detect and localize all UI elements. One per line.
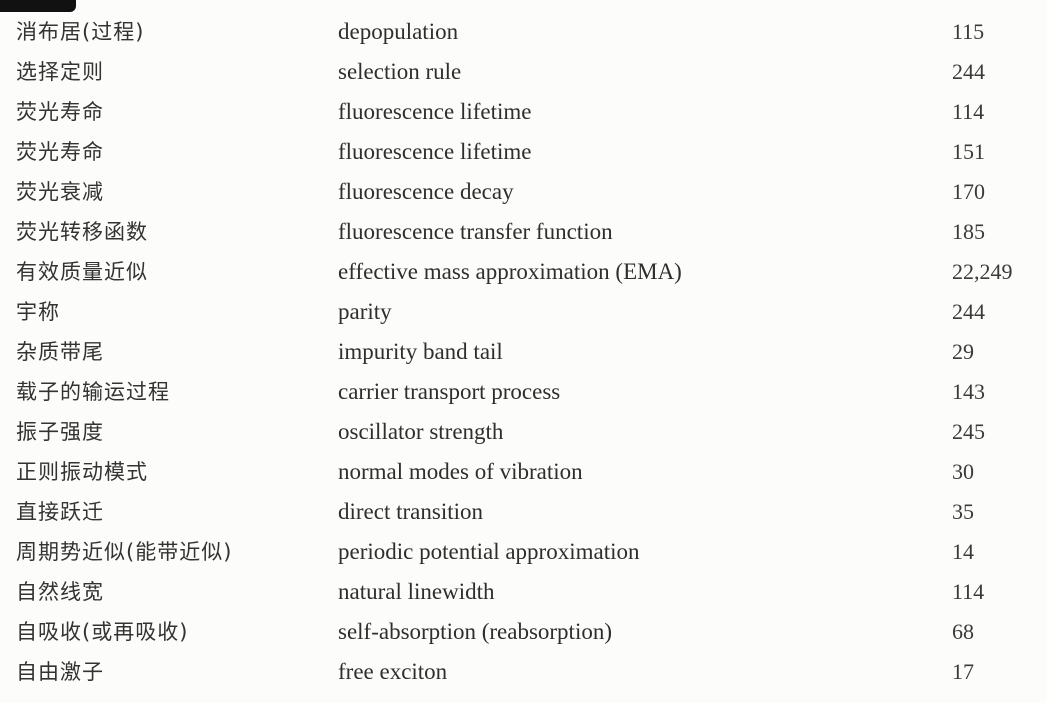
page-number: 114 (952, 99, 985, 124)
english-term: depopulation (338, 19, 459, 44)
chinese-term: 荧光衰减 (16, 180, 104, 204)
index-row: 自吸收(或再吸收) self-absorption (reabsorption)… (0, 612, 1047, 652)
english-term: free exciton (338, 659, 448, 684)
page-number: 115 (952, 19, 985, 44)
chinese-term: 自然线宽 (16, 580, 104, 604)
chinese-term: 荧光寿命 (16, 140, 104, 164)
english-term: natural linewidth (338, 579, 495, 604)
chinese-term: 有效质量近似 (16, 260, 148, 284)
page-number: 244 (952, 59, 985, 84)
page-number: 68 (952, 619, 974, 644)
chinese-term: 自由激子 (16, 660, 104, 684)
english-term: self-absorption (reabsorption) (338, 619, 613, 644)
page-number: 29 (952, 339, 974, 364)
index-row: 宇称 parity 244 (0, 292, 1047, 332)
page-number: 170 (952, 179, 985, 204)
chinese-term: 振子强度 (16, 420, 104, 444)
chinese-term: 消布居(过程) (16, 20, 145, 44)
chinese-term: 载子的输运过程 (16, 380, 170, 404)
chinese-term: 荧光转移函数 (16, 220, 148, 244)
chinese-term: 周期势近似(能带近似) (16, 540, 233, 564)
english-term: fluorescence decay (338, 179, 514, 204)
index-row: 载子的输运过程 carrier transport process 143 (0, 372, 1047, 412)
chinese-term: 正则振动模式 (16, 460, 148, 484)
chinese-term: 自吸收(或再吸收) (16, 620, 189, 644)
index-row: 自然线宽 natural linewidth 114 (0, 572, 1047, 612)
index-row: 振子强度 oscillator strength 245 (0, 412, 1047, 452)
chinese-term: 杂质带尾 (16, 340, 104, 364)
page-number: 22,249 (952, 259, 1013, 284)
page-number: 35 (952, 499, 974, 524)
index-row: 荧光寿命 fluorescence lifetime 114 (0, 92, 1047, 132)
english-term: direct transition (338, 499, 483, 524)
page-number: 14 (952, 539, 974, 564)
chinese-term: 荧光寿命 (16, 100, 104, 124)
chinese-term: 选择定则 (16, 60, 104, 84)
page-number: 151 (952, 139, 985, 164)
index-row: 自由激子 free exciton 17 (0, 652, 1047, 692)
english-term: normal modes of vibration (338, 459, 583, 484)
page-number: 143 (952, 379, 985, 404)
index-row: 周期势近似(能带近似) periodic potential approxima… (0, 532, 1047, 572)
english-term: fluorescence lifetime (338, 139, 532, 164)
english-term: oscillator strength (338, 419, 504, 444)
english-term: selection rule (338, 59, 462, 84)
index-row: 荧光衰减 fluorescence decay 170 (0, 172, 1047, 212)
page-number: 30 (952, 459, 974, 484)
english-term: fluorescence transfer function (338, 219, 613, 244)
english-term: carrier transport process (338, 379, 561, 404)
english-term: parity (338, 299, 392, 324)
index-row: 有效质量近似 effective mass approximation (EMA… (0, 252, 1047, 292)
page-number: 114 (952, 579, 985, 604)
english-term: periodic potential approximation (338, 539, 640, 564)
page-number: 17 (952, 659, 974, 684)
index-row: 荧光寿命 fluorescence lifetime 151 (0, 132, 1047, 172)
index-row: 正则振动模式 normal modes of vibration 30 (0, 452, 1047, 492)
chinese-term: 直接跃迁 (16, 500, 104, 524)
english-term: impurity band tail (338, 339, 503, 364)
index-row: 选择定则 selection rule 244 (0, 52, 1047, 92)
page-corner-tab (0, 0, 76, 12)
index-row: 直接跃迁 direct transition 35 (0, 492, 1047, 532)
page-number: 185 (952, 219, 985, 244)
english-term: effective mass approximation (EMA) (338, 259, 682, 284)
english-term: fluorescence lifetime (338, 99, 532, 124)
glossary-index-list: 消布居(过程) depopulation 115 选择定则 selection … (0, 12, 1047, 692)
chinese-term: 宇称 (16, 300, 60, 324)
index-row: 杂质带尾 impurity band tail 29 (0, 332, 1047, 372)
page-number: 245 (952, 419, 985, 444)
page-number: 244 (952, 299, 985, 324)
index-row: 消布居(过程) depopulation 115 (0, 12, 1047, 52)
index-row: 荧光转移函数 fluorescence transfer function 18… (0, 212, 1047, 252)
